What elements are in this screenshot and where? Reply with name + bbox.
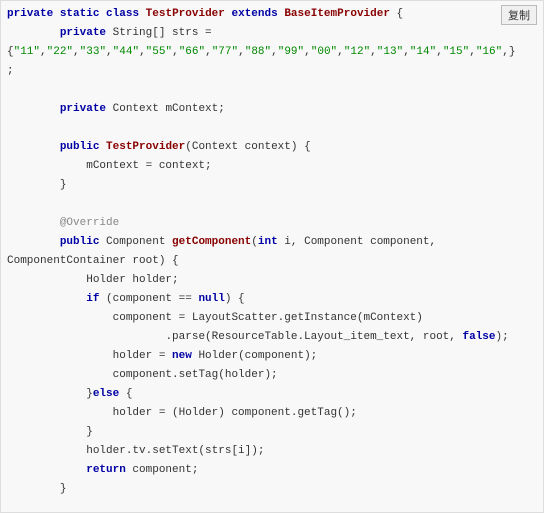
- code-block: private static class TestProvider extend…: [1, 1, 543, 507]
- str-lit: "33": [80, 46, 106, 58]
- ctor-testprovider: TestProvider: [106, 141, 185, 153]
- annotation-override: @Override: [60, 217, 119, 229]
- str-lit: "88": [245, 46, 271, 58]
- semicolon: ;: [7, 65, 14, 77]
- str-lit: "16": [476, 46, 502, 58]
- stmt-settag: component.setTag(holder);: [113, 369, 278, 381]
- kw-static: static: [60, 8, 100, 20]
- kw-private: private: [7, 8, 53, 20]
- str-lit: "11": [14, 46, 40, 58]
- decl-strs: String[] strs =: [106, 27, 212, 39]
- kw-public: public: [60, 141, 100, 153]
- fn-getcomponent: getComponent: [172, 236, 251, 248]
- stmt-assign-context: mContext = context;: [86, 160, 211, 172]
- kw-class: class: [106, 8, 139, 20]
- str-lit: "77": [212, 46, 238, 58]
- decl-holder: Holder holder;: [86, 274, 178, 286]
- str-lit: "55": [146, 46, 172, 58]
- copy-button[interactable]: 复制: [501, 5, 537, 25]
- kw-null: null: [198, 293, 224, 305]
- type-testprovider: TestProvider: [146, 8, 225, 20]
- type-baseitemprovider: BaseItemProvider: [284, 8, 390, 20]
- str-lit: "12": [344, 46, 370, 58]
- kw-return: return: [86, 464, 126, 476]
- str-lit: "15": [443, 46, 469, 58]
- lit-false: false: [463, 331, 496, 343]
- str-lit: "99": [278, 46, 304, 58]
- str-lit: "00": [311, 46, 337, 58]
- kw-new: new: [172, 350, 192, 362]
- str-lit: "44": [113, 46, 139, 58]
- stmt-gettag: holder = (Holder) component.getTag();: [113, 407, 357, 419]
- brace-open: {: [7, 46, 14, 58]
- kw-private: private: [60, 103, 106, 115]
- kw-extends: extends: [232, 8, 278, 20]
- str-lit: "14": [410, 46, 436, 58]
- brace-close: }: [60, 179, 67, 191]
- kw-public: public: [60, 236, 100, 248]
- ctor-params: (Context context) {: [185, 141, 310, 153]
- kw-int: int: [258, 236, 278, 248]
- str-lit: "66": [179, 46, 205, 58]
- param-root: ComponentContainer root) {: [7, 255, 179, 267]
- decl-context: Context mContext;: [106, 103, 225, 115]
- stmt-settext: holder.tv.setText(strs[i]);: [86, 445, 264, 457]
- kw-if: if: [86, 293, 99, 305]
- str-lit: "13": [377, 46, 403, 58]
- kw-else: else: [93, 388, 119, 400]
- kw-private: private: [60, 27, 106, 39]
- stmt-layoutscatter: component = LayoutScatter.getInstance(mC…: [113, 312, 423, 324]
- brace: {: [390, 8, 403, 20]
- brace-close: }: [86, 426, 93, 438]
- str-lit: "22": [47, 46, 73, 58]
- brace-close: }: [60, 483, 67, 495]
- copy-button-label: 复制: [508, 10, 530, 22]
